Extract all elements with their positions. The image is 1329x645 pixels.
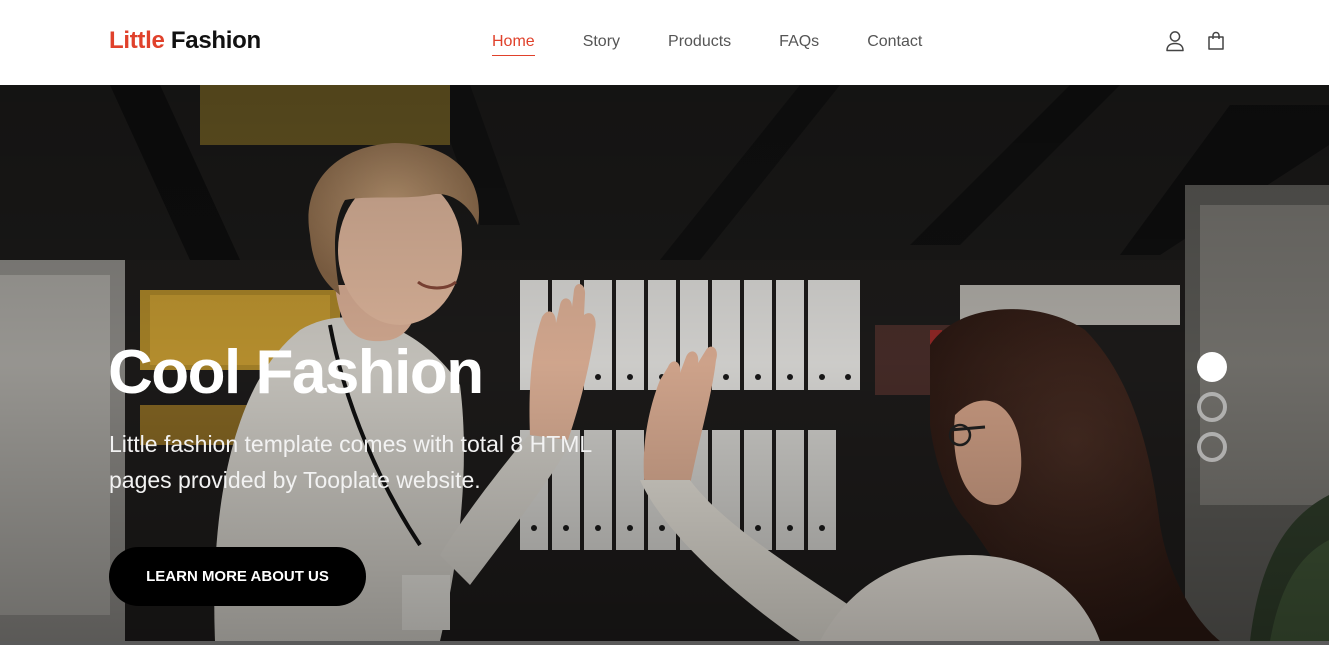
nav-contact[interactable]: Contact xyxy=(867,32,922,56)
slide-indicator-1[interactable] xyxy=(1197,352,1227,382)
nav-home[interactable]: Home xyxy=(492,32,535,56)
nav-products[interactable]: Products xyxy=(668,32,731,56)
user-icon[interactable] xyxy=(1165,30,1185,52)
nav-faqs[interactable]: FAQs xyxy=(779,32,819,56)
page-bottom-edge xyxy=(0,641,1329,645)
hero-title: Cool Fashion xyxy=(108,338,484,407)
hero-subtitle: Little fashion template comes with total… xyxy=(109,431,592,493)
brand-first-word: Little xyxy=(109,27,165,54)
nav-icons xyxy=(1165,30,1226,52)
slide-indicator-3[interactable] xyxy=(1197,432,1227,462)
navbar: Little Fashion Home Story Products FAQs … xyxy=(0,0,1329,85)
slide-indicator-2[interactable] xyxy=(1197,392,1227,422)
shopping-bag-icon[interactable] xyxy=(1206,30,1226,52)
brand-second-word: Fashion xyxy=(170,27,261,54)
hero-slider: Cool Fashion Little fashion template com… xyxy=(0,85,1329,641)
nav-story[interactable]: Story xyxy=(583,32,620,56)
learn-more-button[interactable]: LEARN MORE ABOUT US xyxy=(109,547,366,606)
main-nav: Home Story Products FAQs Contact xyxy=(492,32,922,56)
slider-indicators xyxy=(1197,352,1227,472)
brand-logo[interactable]: Little Fashion xyxy=(109,27,261,55)
